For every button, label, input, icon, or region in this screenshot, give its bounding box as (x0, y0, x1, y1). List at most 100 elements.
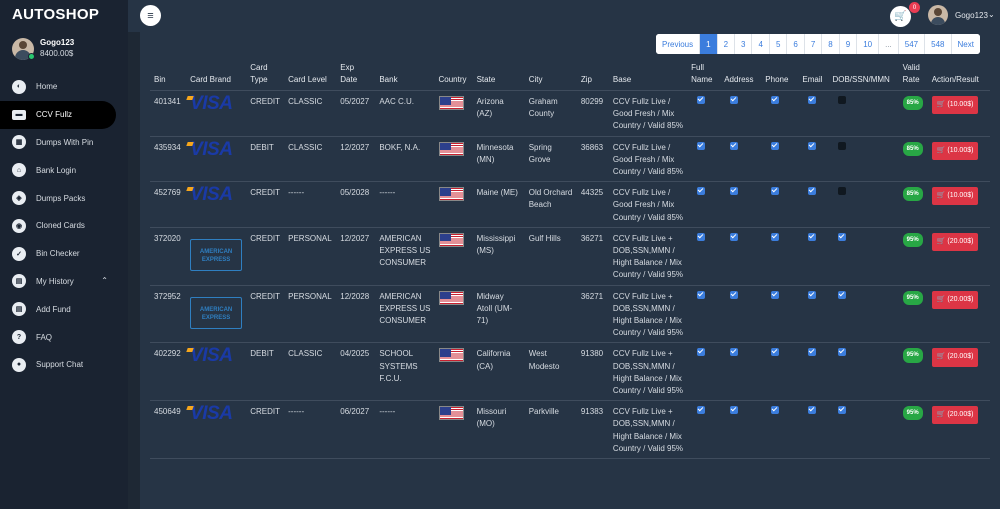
bin-cell: 372020 (150, 227, 187, 286)
phone-cell (761, 285, 799, 344)
cart-icon: 🛒 (936, 192, 948, 200)
address-cell (720, 181, 762, 228)
buy-button[interactable]: 🛒 (20.00$) (931, 406, 979, 425)
buy-button[interactable]: 🛒 (20.00$) (931, 290, 979, 309)
sidebar-item-bank-login[interactable]: ⌂ Bank Login (0, 156, 128, 184)
pagination-page[interactable]: 6 (786, 34, 804, 54)
dob-checkbox (838, 187, 847, 196)
pagination-page[interactable]: 548 (924, 34, 951, 54)
user-menu-name[interactable]: Gogo123 (955, 11, 988, 20)
check-icon: ✓ (12, 246, 26, 261)
brand-logo[interactable]: AUTOSHOP (12, 6, 99, 23)
credit-card-icon: ▬ (12, 109, 26, 120)
user-panel: Gogo123 8400.00$ (12, 38, 128, 64)
fullname-checkbox (697, 96, 706, 104)
us-flag-icon (438, 290, 464, 305)
buy-button[interactable]: 🛒 (10.00$) (931, 141, 979, 160)
fullname-checkbox (697, 187, 706, 196)
chevron-down-icon[interactable]: ⌄ (988, 10, 995, 19)
address-cell (720, 400, 762, 460)
table-body: 401341 VISA CREDIT CLASSIC 05/2027 AAC C.U. Ar… (150, 90, 990, 460)
dob-checkbox (838, 232, 847, 241)
pagination-page[interactable]: 5 (768, 34, 787, 54)
phone-checkbox (771, 96, 780, 104)
bin-cell: 435934 (150, 136, 187, 183)
pagination-next[interactable]: Next (950, 34, 980, 54)
valid-rate-cell: 95% (898, 227, 928, 286)
card-brand-cell: AMERICAN EXPRESS (186, 227, 247, 286)
pagination-page[interactable]: 4 (751, 34, 769, 54)
sidebar-item-add-fund[interactable]: ▤ Add Fund (0, 295, 128, 323)
email-cell (798, 181, 829, 228)
buy-button[interactable]: 🛒 (10.00$) (931, 96, 979, 115)
action-cell: 🛒 (10.00$) (927, 181, 990, 228)
buy-button[interactable]: 🛒 (10.00$) (931, 187, 979, 206)
sidebar-item-support-chat[interactable]: ● Support Chat (0, 351, 128, 379)
pagination-page[interactable]: 7 (803, 34, 822, 54)
card-level-cell: CLASSIC (284, 342, 337, 402)
phone-checkbox (771, 290, 780, 299)
cart-icon: 🛒 (936, 353, 948, 361)
sidebar-item-ccv-fullz[interactable]: ▬ CCV Fullz (0, 100, 116, 129)
pagination-previous[interactable]: Previous (656, 34, 700, 54)
dob-cell (828, 181, 899, 228)
fullname-cell (687, 342, 721, 402)
fullname-checkbox (697, 406, 706, 415)
email-checkbox (808, 406, 817, 415)
us-flag-icon (438, 232, 464, 247)
country-cell (434, 227, 473, 286)
email-cell (798, 227, 829, 286)
pagination-page[interactable]: 10 (856, 34, 879, 54)
table-row: 401341 VISA CREDIT CLASSIC 05/2027 AAC C.U. Ar… (150, 90, 990, 137)
country-cell (434, 181, 473, 228)
sidebar-item-my-history[interactable]: ▤ My History ⌃ (0, 268, 128, 296)
fullname-cell (687, 136, 721, 183)
dob-checkbox (838, 406, 847, 415)
visa-logo: VISA (190, 403, 233, 425)
sidebar-item-bin-checker[interactable]: ✓ Bin Checker (0, 240, 128, 268)
menu-toggle-button[interactable]: ≡ (140, 5, 161, 26)
buy-button[interactable]: 🛒 (20.00$) (931, 348, 979, 367)
avatar[interactable] (928, 5, 948, 25)
sidebar-item-cloned-cards[interactable]: ◉ Cloned Cards (0, 212, 128, 240)
base-cell: CCV Fullz Live / Good Fresh / Mix Countr… (608, 136, 688, 183)
pagination-page[interactable]: 547 (897, 34, 925, 54)
email-checkbox (808, 290, 817, 299)
sidebar-item-faq[interactable]: ? FAQ (0, 323, 128, 351)
buy-price: (20.00$) (947, 353, 974, 361)
question-icon: ? (12, 330, 26, 345)
chevron-up-icon[interactable]: ⌃ (101, 276, 108, 285)
cards-table: Bin Card Brand Card Type Card Level Exp Date… (150, 62, 990, 460)
city-cell: Spring Grove (524, 136, 577, 183)
sidebar: AUTOSHOP Gogo123 8400.00$ ◐ Home ▬ CCV Full… (0, 0, 128, 509)
base-cell: CCV Fullz Live + DOB,SSN,MMN / Hight Bal… (608, 227, 688, 286)
pagination-page[interactable]: 2 (716, 34, 735, 54)
card-brand-cell: VISA (186, 342, 247, 402)
column-header: Exp Date (336, 62, 376, 91)
cart-button[interactable]: 🛒 (890, 6, 911, 27)
pagination-page[interactable]: 9 (838, 34, 857, 54)
phone-cell (761, 136, 799, 183)
sidebar-item-dumps-with-pin[interactable]: ▦ Dumps With Pin (0, 129, 128, 157)
phone-cell (761, 90, 799, 137)
dob-checkbox (838, 290, 847, 299)
email-checkbox (808, 187, 817, 196)
address-cell (720, 342, 762, 402)
pagination-page[interactable]: 3 (734, 34, 752, 54)
column-header: Address (720, 62, 762, 91)
sidebar-scrollbar[interactable] (128, 32, 140, 509)
address-checkbox (730, 141, 739, 150)
visa-logo: VISA (190, 138, 233, 160)
sidebar-item-home[interactable]: ◐ Home (0, 73, 128, 101)
buy-button[interactable]: 🛒 (20.00$) (931, 232, 979, 252)
base-cell: CCV Fullz Live + DOB,SSN,MMN / Hight Bal… (608, 285, 688, 344)
user-secret-icon: ◉ (12, 218, 26, 233)
pagination-page[interactable]: 8 (821, 34, 839, 54)
sidebar-item-dumps-packs[interactable]: ◈ Dumps Packs (0, 184, 128, 212)
phone-checkbox (771, 406, 780, 415)
country-cell (434, 285, 473, 344)
column-header: Country (434, 62, 473, 91)
pagination-page[interactable]: 1 (699, 34, 717, 54)
valid-rate-badge: 85% (902, 187, 923, 202)
column-header: Phone (761, 62, 799, 91)
